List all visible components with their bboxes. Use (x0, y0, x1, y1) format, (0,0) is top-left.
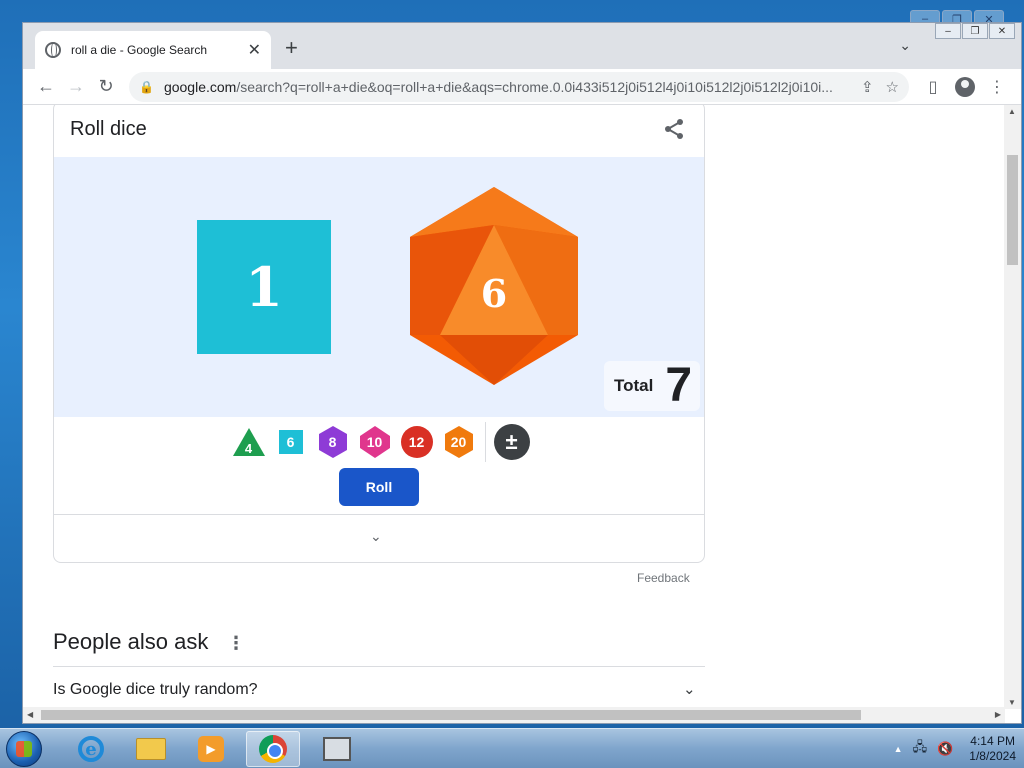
menu-icon[interactable]: ⋮ (981, 77, 1013, 97)
share-page-icon[interactable]: ⇪ (861, 78, 874, 96)
scroll-up-icon[interactable]: ▲ (1008, 107, 1016, 116)
d6-label: 6 (286, 434, 295, 450)
chrome-window: roll a die - Google Search ✕ + ⌄ – ❐ ✕ ←… (22, 22, 1022, 724)
d4-label: 4 (244, 440, 253, 456)
reload-icon[interactable]: ↻ (91, 72, 121, 102)
new-tab-button[interactable]: + (285, 35, 298, 61)
media-player-taskbar[interactable]: ▶ (184, 731, 238, 767)
total-label: Total (614, 376, 654, 395)
paa-divider (53, 666, 705, 667)
paa-question[interactable]: Is Google dice truly random? (53, 681, 258, 699)
url-path: /search?q=roll+a+die&oq=roll+a+die&aqs=c… (236, 78, 833, 95)
d6-button[interactable]: 6 (273, 424, 309, 460)
show-hidden-icons-icon[interactable]: ▲ (894, 744, 903, 754)
network-icon[interactable]: 🖧 (913, 738, 928, 760)
page-viewport: Roll dice 1 6 Total 7 4 6 8 10 12 20 ± R… (23, 105, 1005, 709)
people-also-ask-title: People also ask (53, 629, 209, 654)
profile-icon[interactable] (949, 76, 981, 97)
url-domain: google.com (163, 78, 237, 95)
browser-toolbar: ← → ↻ 🔒 google.com/search?q=roll+a+die&o… (23, 69, 1021, 105)
total-box: Total 7 (604, 361, 700, 411)
folder-icon (136, 738, 166, 760)
chrome-icon (259, 735, 287, 763)
card-header: Roll dice (54, 105, 704, 156)
scroll-down-icon[interactable]: ▼ (1008, 698, 1016, 707)
d8-button[interactable]: 8 (315, 424, 351, 460)
internet-explorer-taskbar[interactable]: e (64, 731, 118, 767)
d12-button[interactable]: 12 (399, 424, 435, 460)
media-player-icon: ▶ (198, 736, 224, 762)
scroll-right-icon[interactable]: ▶ (995, 710, 1001, 719)
chevron-down-icon[interactable]: ⌄ (683, 680, 696, 698)
minimize-button[interactable]: – (935, 23, 961, 39)
d20-label: 20 (450, 434, 467, 450)
d10-label: 10 (366, 434, 383, 450)
d8-label: 8 (328, 434, 337, 450)
lock-icon[interactable]: 🔒 (139, 80, 154, 94)
feedback-link[interactable]: Feedback (637, 571, 690, 585)
clock-date: 1/8/2024 (969, 749, 1016, 763)
app-icon (323, 737, 351, 761)
clock[interactable]: 4:14 PM 1/8/2024 (969, 734, 1016, 764)
d6-die: 1 (197, 220, 331, 354)
total-value: 7 (665, 359, 693, 412)
taskbar: e ▶ ▲ 🖧 🔇 4:14 PM 1/8/2024 (0, 728, 1024, 768)
horizontal-scrollbar[interactable]: ◀ ▶ (23, 707, 1005, 723)
dice-stage[interactable]: 1 6 Total 7 (54, 157, 704, 417)
clock-time: 4:14 PM (970, 734, 1015, 748)
restore-button[interactable]: ❐ (962, 23, 988, 39)
d20-die: 6 (404, 185, 584, 387)
tab-search-icon[interactable]: ⌄ (899, 37, 911, 54)
modifier-button[interactable]: ± (493, 424, 530, 460)
star-icon[interactable]: ☆ (886, 78, 899, 96)
volume-muted-icon[interactable]: 🔇 (937, 741, 953, 757)
card-divider (54, 514, 704, 515)
url-text[interactable]: google.com/search?q=roll+a+die&oq=roll+a… (164, 79, 849, 95)
internet-explorer-icon: e (78, 736, 104, 762)
window-controls: – ❐ ✕ (934, 23, 1015, 39)
d20-button[interactable]: 20 (441, 424, 477, 460)
side-panel-icon[interactable]: ▯ (917, 77, 949, 97)
d10-button[interactable]: 10 (357, 424, 393, 460)
tab-strip: roll a die - Google Search ✕ + ⌄ – ❐ ✕ (23, 23, 1021, 69)
picker-divider (484, 422, 486, 462)
file-explorer-taskbar[interactable] (124, 731, 178, 767)
scroll-left-icon[interactable]: ◀ (27, 710, 33, 719)
tab-close-icon[interactable]: ✕ (248, 40, 261, 60)
tab-google-search[interactable]: roll a die - Google Search ✕ (35, 31, 271, 69)
card-title: Roll dice (70, 117, 147, 140)
d12-label: 12 (408, 434, 425, 450)
start-button[interactable] (6, 731, 42, 767)
d4-button[interactable]: 4 (231, 424, 267, 460)
horizontal-scroll-thumb[interactable] (41, 710, 861, 720)
vertical-scroll-thumb[interactable] (1007, 155, 1018, 265)
globe-icon (45, 42, 61, 58)
roll-button[interactable]: Roll (339, 468, 419, 506)
expand-chevron-icon[interactable]: ⌄ (370, 528, 382, 545)
tab-title: roll a die - Google Search (71, 43, 208, 57)
app-taskbar[interactable] (310, 731, 364, 767)
chrome-taskbar[interactable] (246, 731, 300, 767)
dice-card: Roll dice 1 6 Total 7 4 6 8 10 12 20 ± R… (53, 105, 705, 563)
vertical-scrollbar[interactable]: ▲ ▼ (1004, 105, 1021, 709)
close-button[interactable]: ✕ (989, 23, 1015, 39)
d20-value: 6 (480, 271, 508, 316)
share-icon[interactable] (660, 115, 688, 143)
forward-icon[interactable]: → (61, 72, 91, 102)
more-options-icon[interactable]: ⋮ (227, 633, 245, 654)
back-icon[interactable]: ← (31, 72, 61, 102)
address-bar[interactable]: 🔒 google.com/search?q=roll+a+die&oq=roll… (129, 71, 909, 102)
dice-picker: 4 6 8 10 12 20 ± (54, 422, 704, 462)
system-tray: ▲ 🖧 🔇 4:14 PM 1/8/2024 (894, 733, 1016, 765)
